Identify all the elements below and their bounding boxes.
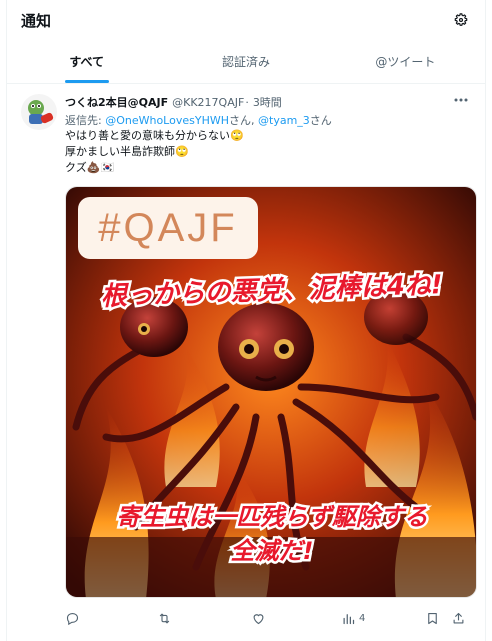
- views-icon: [343, 613, 355, 624]
- tweet[interactable]: つくね2本目@QAJF @KK217QAJF · 3時間 返信先: @OneWh…: [7, 84, 485, 634]
- reply-icon: [66, 612, 79, 625]
- tweet-line: やはり善と愛の意味も分からない🙄: [65, 129, 244, 142]
- views-button[interactable]: 4: [341, 611, 425, 626]
- author-name[interactable]: つくね2本目@QAJF: [65, 94, 168, 110]
- reply-suffix: さん: [309, 114, 332, 127]
- header: 通知: [7, 0, 485, 40]
- reply-user-link[interactable]: @tyam_3: [258, 114, 310, 127]
- image-caption-bottom: 全滅だ!: [231, 537, 314, 565]
- tweet-image[interactable]: #QAJF 根っからの悪党、泥棒は4ね! 寄生虫は一匹残らず駆除する 全滅だ!: [65, 186, 477, 598]
- reply-suffix: さん,: [229, 114, 258, 127]
- avatar[interactable]: [21, 94, 57, 130]
- gear-icon[interactable]: [451, 10, 471, 30]
- tweet-text: やはり善と愛の意味も分からない🙄 厚かましい半島詐欺師🙄 クズ💩🇰🇷: [65, 128, 471, 176]
- image-caption-bottom: 寄生虫は一匹残らず駆除する: [116, 503, 428, 531]
- reply-prefix: 返信先:: [65, 114, 106, 127]
- views-count: 4: [359, 612, 366, 624]
- reply-button[interactable]: [65, 611, 157, 626]
- tab-all[interactable]: すべて: [7, 40, 166, 83]
- image-hashtag: #QAJF: [98, 206, 237, 250]
- bookmark-icon: [428, 612, 437, 624]
- share-button[interactable]: [451, 611, 471, 626]
- like-button[interactable]: [251, 611, 341, 626]
- tweet-meta: つくね2本目@QAJF @KK217QAJF · 3時間: [65, 94, 471, 110]
- retweet-icon: [159, 613, 170, 623]
- bookmark-button[interactable]: [425, 611, 451, 626]
- retweet-button[interactable]: [157, 611, 251, 626]
- reply-context: 返信先: @OneWhoLovesYHWHさん, @tyam_3さん: [65, 112, 471, 127]
- more-options-icon[interactable]: [451, 92, 471, 108]
- tweet-line: クズ💩🇰🇷: [65, 161, 115, 174]
- timestamp[interactable]: 3時間: [253, 94, 282, 110]
- notification-tabs: すべて 認証済み @ツイート: [7, 40, 485, 84]
- page-title: 通知: [21, 11, 52, 30]
- tweet-line: 厚かましい半島詐欺師🙄: [65, 145, 189, 158]
- author-handle[interactable]: @KK217QAJF: [172, 96, 244, 109]
- heart-icon: [253, 613, 264, 624]
- tab-mentions[interactable]: @ツイート: [326, 40, 485, 83]
- tweet-actions: 4: [65, 602, 477, 634]
- share-icon: [453, 612, 464, 623]
- separator: ·: [245, 95, 249, 109]
- notifications-panel: 通知 すべて 認証済み @ツイート つくね2本目@QAJF @KK217QAJF…: [6, 0, 486, 641]
- reply-user-link[interactable]: @OneWhoLovesYHWH: [105, 114, 229, 127]
- tab-verified[interactable]: 認証済み: [166, 40, 325, 83]
- tweet-body: つくね2本目@QAJF @KK217QAJF · 3時間 返信先: @OneWh…: [65, 94, 477, 634]
